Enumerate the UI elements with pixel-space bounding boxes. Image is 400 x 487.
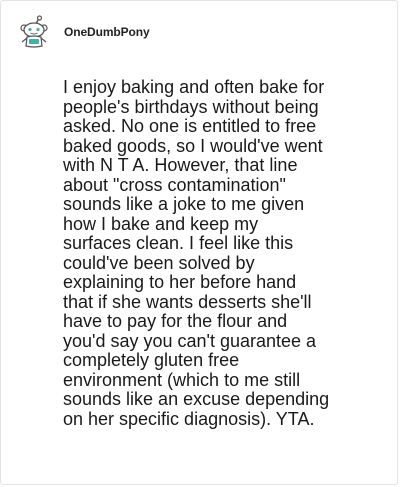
comment-card: OneDumbPony I enjoy baking and often bak… [0,0,398,485]
comment-header: OneDumbPony [17,15,150,49]
comment-username[interactable]: OneDumbPony [64,25,150,39]
comment-body-text: I enjoy baking and often bake for people… [63,77,330,429]
snoo-avatar-icon[interactable] [17,15,51,49]
